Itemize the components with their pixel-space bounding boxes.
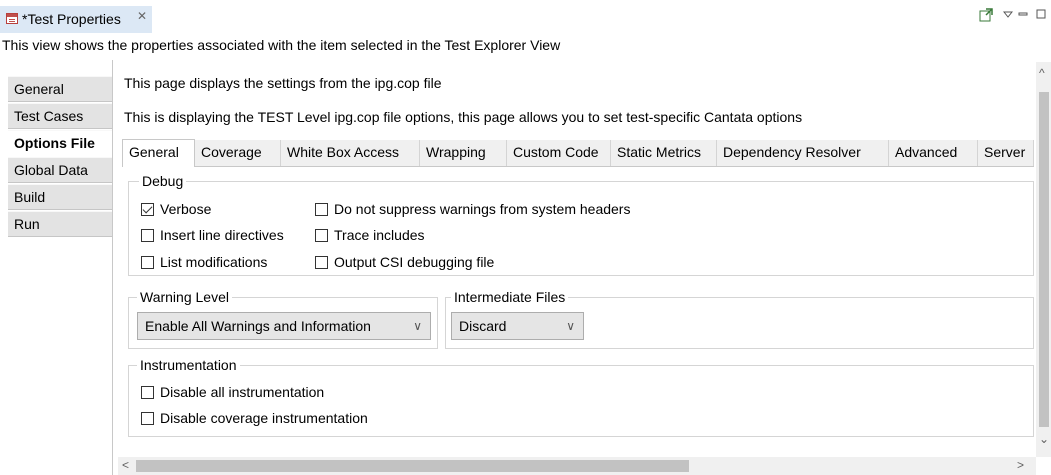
left-tab-filler xyxy=(8,246,112,475)
checkbox-list-modifications[interactable]: List modifications xyxy=(141,253,267,271)
tab-custom-code[interactable]: Custom Code xyxy=(507,140,611,166)
checkbox-trace-includes[interactable]: Trace includes xyxy=(315,226,425,244)
warning-level-value: Enable All Warnings and Information xyxy=(145,318,371,334)
unchecked-box-icon[interactable] xyxy=(315,202,328,216)
warning-level-legend: Warning Level xyxy=(137,288,232,306)
left-tab-run[interactable]: Run xyxy=(8,211,112,237)
left-tab-build[interactable]: Build xyxy=(8,184,112,210)
view-tab-test-properties[interactable]: *Test Properties ✕ xyxy=(0,6,152,33)
warning-level-select[interactable]: Enable All Warnings and Information ∨ xyxy=(137,312,431,340)
horizontal-scroll-thumb[interactable] xyxy=(136,460,689,472)
minimize-icon[interactable] xyxy=(1018,8,1028,22)
instrumentation-legend: Instrumentation xyxy=(137,356,240,374)
unchecked-box-icon[interactable] xyxy=(141,411,154,425)
scroll-down-icon[interactable]: ⌄ xyxy=(1039,432,1049,446)
checkbox-label: Output CSI debugging file xyxy=(334,254,495,270)
tab-advanced[interactable]: Advanced xyxy=(889,140,978,166)
pin-view-icon[interactable] xyxy=(979,8,993,25)
checkbox-verbose[interactable]: Verbose xyxy=(141,200,211,218)
unchecked-box-icon[interactable] xyxy=(141,385,154,399)
checkbox-disable-all-instrumentation[interactable]: Disable all instrumentation xyxy=(141,383,324,401)
tab-coverage[interactable]: Coverage xyxy=(195,140,281,166)
view-description: This view shows the properties associate… xyxy=(2,37,561,53)
scroll-right-icon[interactable]: > xyxy=(1017,458,1024,472)
checkbox-label: Do not suppress warnings from system hea… xyxy=(334,201,631,217)
checkbox-label: Insert line directives xyxy=(160,227,284,243)
checkbox-label: Trace includes xyxy=(334,227,425,243)
page-info-line-2: This is displaying the TEST Level ipg.co… xyxy=(124,109,803,125)
left-tab-global-data[interactable]: Global Data xyxy=(8,157,112,183)
view-menu-icon[interactable] xyxy=(1002,8,1014,22)
tab-static-metrics[interactable]: Static Metrics xyxy=(611,140,717,166)
scroll-up-icon[interactable]: ^ xyxy=(1039,66,1045,80)
tab-wrapping[interactable]: Wrapping xyxy=(420,140,507,166)
unchecked-box-icon[interactable] xyxy=(315,228,328,242)
left-tab-divider xyxy=(112,60,113,475)
scroll-left-icon[interactable]: < xyxy=(122,458,129,472)
tab-white-box-access[interactable]: White Box Access xyxy=(281,140,420,166)
intermediate-files-legend: Intermediate Files xyxy=(451,288,569,306)
checked-box-icon[interactable] xyxy=(141,202,154,216)
checkbox-insert-line-directives[interactable]: Insert line directives xyxy=(141,226,284,244)
close-icon[interactable]: ✕ xyxy=(137,9,147,23)
unchecked-box-icon[interactable] xyxy=(141,228,154,242)
checkbox-label: List modifications xyxy=(160,254,268,270)
left-tab-general[interactable]: General xyxy=(8,76,112,102)
unchecked-box-icon[interactable] xyxy=(141,255,154,269)
checkbox-output-csi-debugging-file[interactable]: Output CSI debugging file xyxy=(315,253,494,271)
tab-dependency-resolver[interactable]: Dependency Resolver xyxy=(717,140,889,166)
unchecked-box-icon[interactable] xyxy=(315,255,328,269)
tab-server[interactable]: Server xyxy=(978,140,1034,166)
vertical-scroll-thumb[interactable] xyxy=(1039,92,1049,427)
checkbox-label: Verbose xyxy=(160,201,212,217)
checkbox-label: Disable coverage instrumentation xyxy=(160,410,368,426)
left-tab-test-cases[interactable]: Test Cases xyxy=(8,103,112,129)
tab-general[interactable]: General xyxy=(122,139,195,167)
checkbox-label: Disable all instrumentation xyxy=(160,384,325,400)
checkbox-disable-coverage-instrumentation[interactable]: Disable coverage instrumentation xyxy=(141,409,368,427)
properties-icon xyxy=(6,13,18,24)
chevron-down-icon: ∨ xyxy=(566,319,575,333)
intermediate-files-value: Discard xyxy=(459,318,507,334)
view-tab-title: *Test Properties xyxy=(22,11,121,27)
checkbox-do-not-suppress-warnings-from-system-headers[interactable]: Do not suppress warnings from system hea… xyxy=(315,200,630,218)
debug-legend: Debug xyxy=(139,172,187,190)
left-tab-options-file[interactable]: Options File xyxy=(8,130,112,156)
intermediate-files-select[interactable]: Discard ∨ xyxy=(451,312,584,340)
chevron-down-icon: ∨ xyxy=(413,319,422,333)
options-tab-strip: General Coverage White Box Access Wrapping C… xyxy=(122,138,1034,167)
page-info-line-1: This page displays the settings from the… xyxy=(124,75,442,91)
view-tab-bar xyxy=(0,0,1051,33)
maximize-icon[interactable] xyxy=(1036,8,1046,22)
